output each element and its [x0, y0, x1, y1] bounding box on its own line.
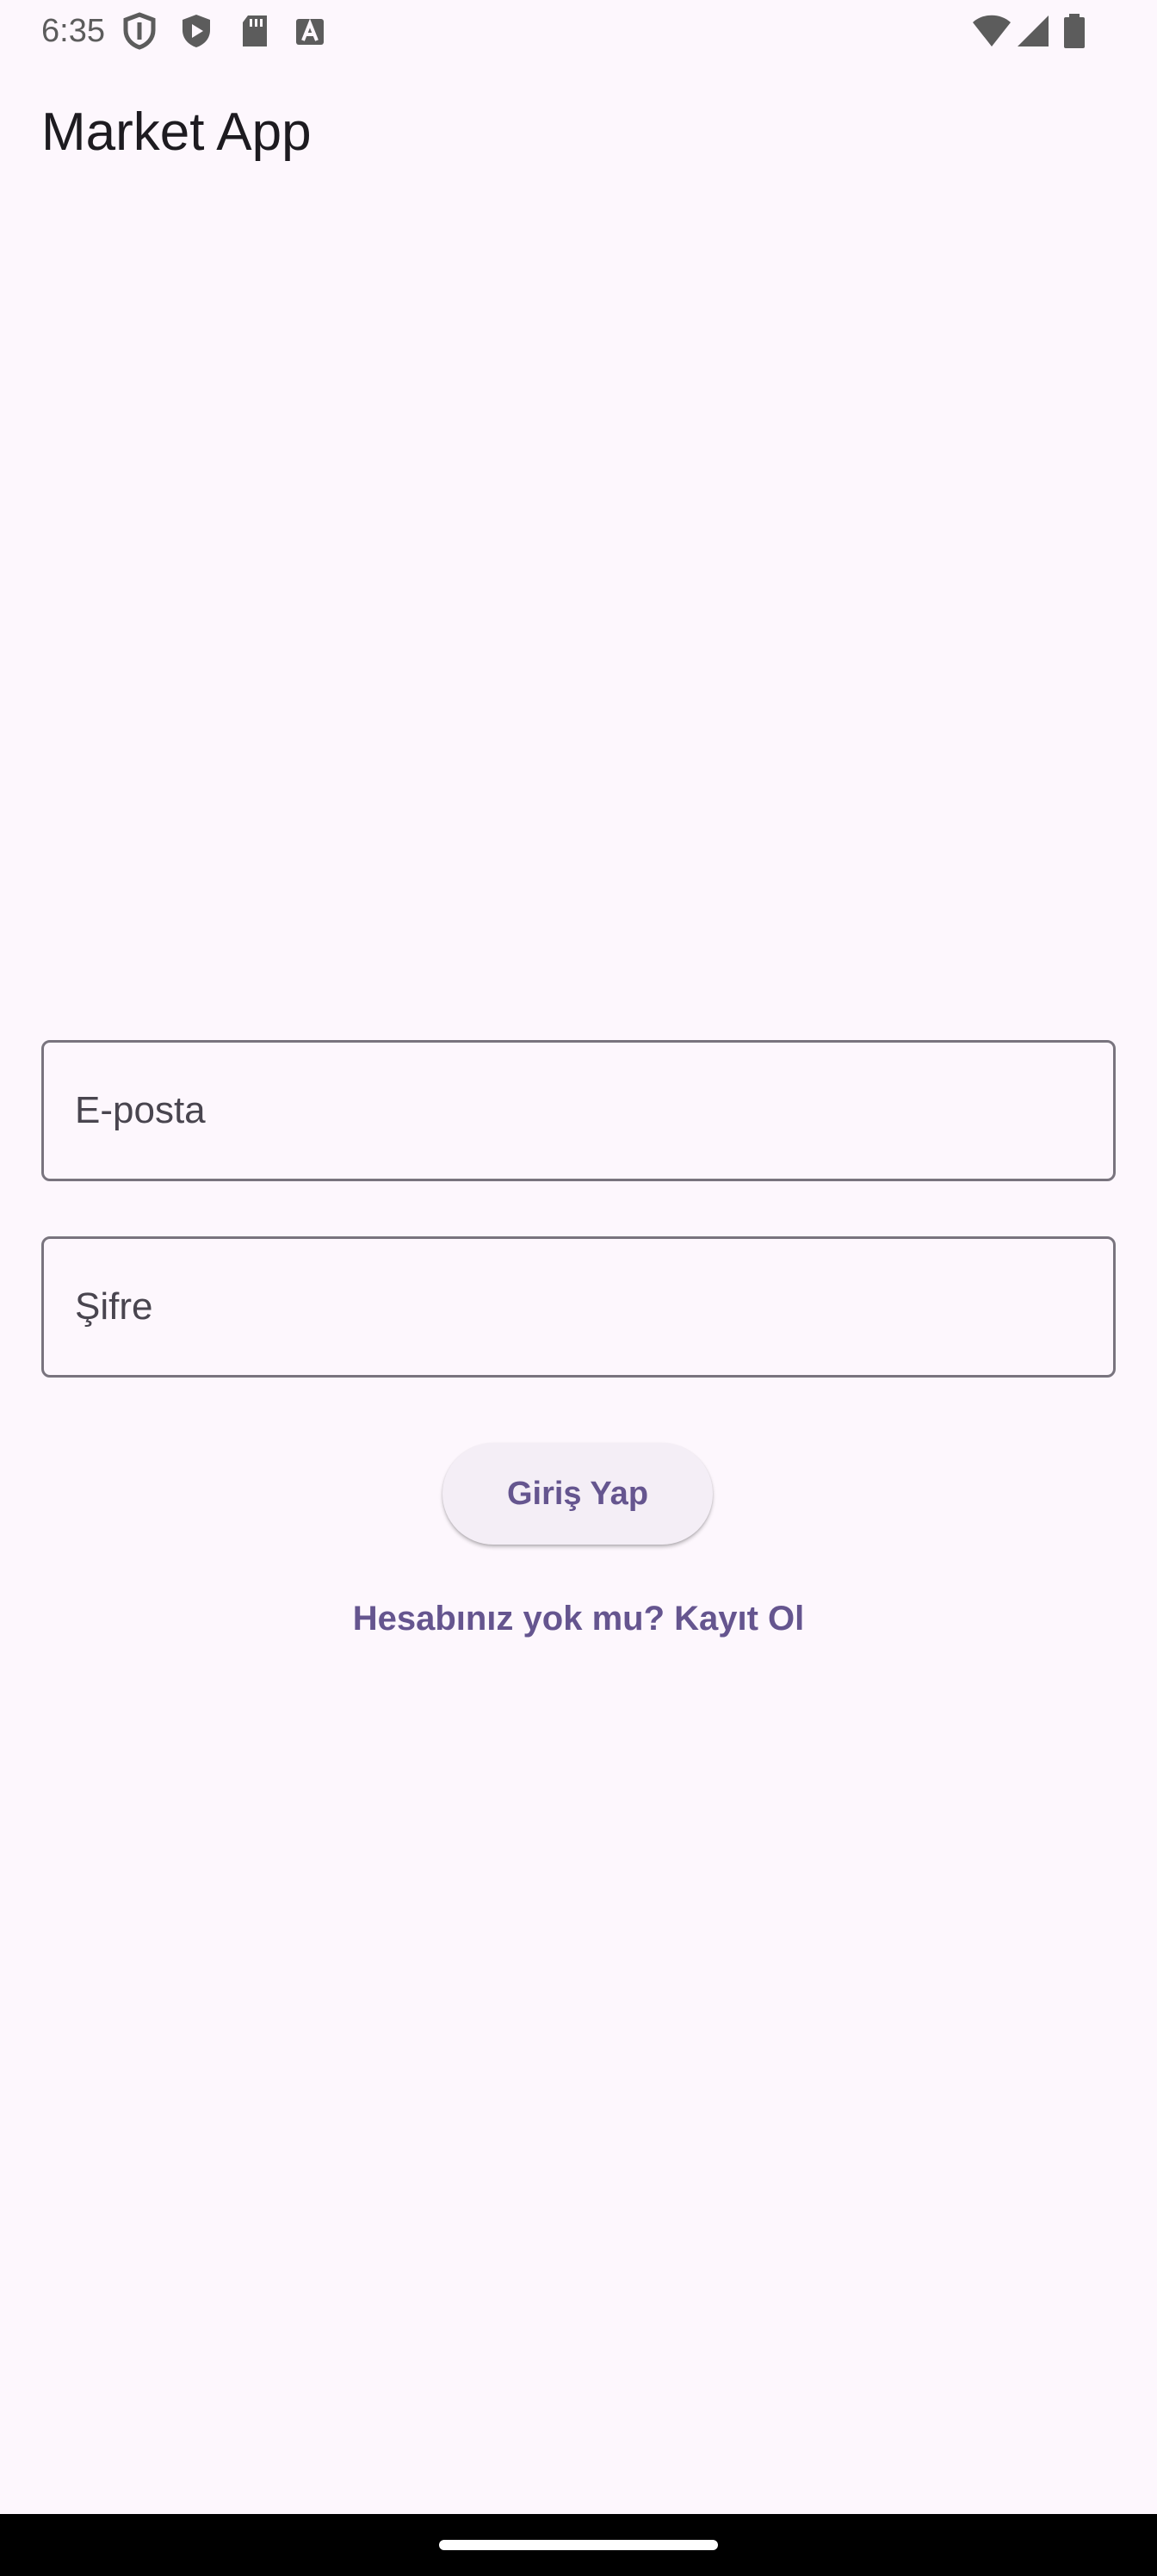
battery-icon [1062, 12, 1086, 50]
password-field-label: Şifre [75, 1285, 153, 1328]
home-gesture-handle[interactable] [439, 2540, 718, 2550]
shield-play-icon [179, 12, 213, 50]
font-a-icon [293, 12, 327, 50]
sd-card-icon [238, 12, 272, 50]
register-link[interactable]: Hesabınız yok mu? Kayıt Ol [0, 1595, 1157, 1643]
app-bar-title: Market App [41, 102, 312, 162]
login-button[interactable]: Giriş Yap [442, 1443, 713, 1545]
status-time: 6:35 [41, 13, 105, 49]
status-bar: 6:35 [0, 0, 1157, 62]
password-field[interactable]: Şifre [41, 1236, 1116, 1378]
register-link-label: Hesabınız yok mu? Kayıt Ol [352, 1600, 805, 1638]
email-field[interactable]: E-posta [41, 1040, 1116, 1181]
login-screen: 6:35 Market App E-posta Şifre Giriş Yap … [0, 0, 1157, 2576]
shield-outline-icon [122, 12, 157, 50]
wifi-icon [971, 12, 1012, 50]
system-navigation-bar [0, 2514, 1157, 2576]
cellular-signal-icon [1014, 12, 1052, 50]
login-button-label: Giriş Yap [506, 1475, 649, 1512]
email-field-label: E-posta [75, 1089, 206, 1131]
